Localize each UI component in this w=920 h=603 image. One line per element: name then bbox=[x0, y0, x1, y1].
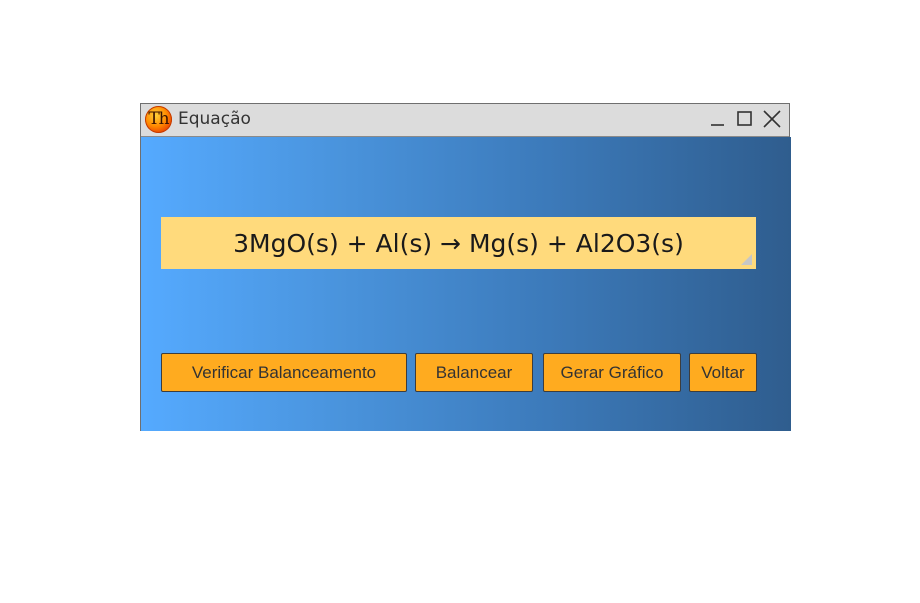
window-content: 3MgO(s) + Al(s) → Mg(s) + Al2O3(s) Verif… bbox=[141, 137, 791, 431]
close-icon[interactable] bbox=[761, 108, 783, 130]
equation-text: 3MgO(s) + Al(s) → Mg(s) + Al2O3(s) bbox=[233, 228, 684, 258]
window-title: Equação bbox=[178, 109, 251, 129]
generate-graph-button[interactable]: Gerar Gráfico bbox=[543, 353, 681, 392]
maximize-icon[interactable] bbox=[734, 108, 756, 130]
title-bar[interactable]: Th Equação bbox=[141, 104, 789, 137]
verify-balance-button[interactable]: Verificar Balanceamento bbox=[161, 353, 407, 392]
app-logo-text: Th bbox=[148, 109, 169, 129]
equation-window: Th Equação 3MgO(s) + Al(s) → Mg(s) + Al2… bbox=[140, 103, 791, 431]
minimize-icon[interactable] bbox=[707, 108, 729, 130]
balance-button[interactable]: Balancear bbox=[415, 353, 533, 392]
app-logo-icon: Th bbox=[145, 106, 172, 133]
back-button[interactable]: Voltar bbox=[689, 353, 757, 392]
resize-grip-icon[interactable] bbox=[741, 254, 752, 265]
equation-textarea[interactable]: 3MgO(s) + Al(s) → Mg(s) + Al2O3(s) bbox=[161, 217, 756, 269]
